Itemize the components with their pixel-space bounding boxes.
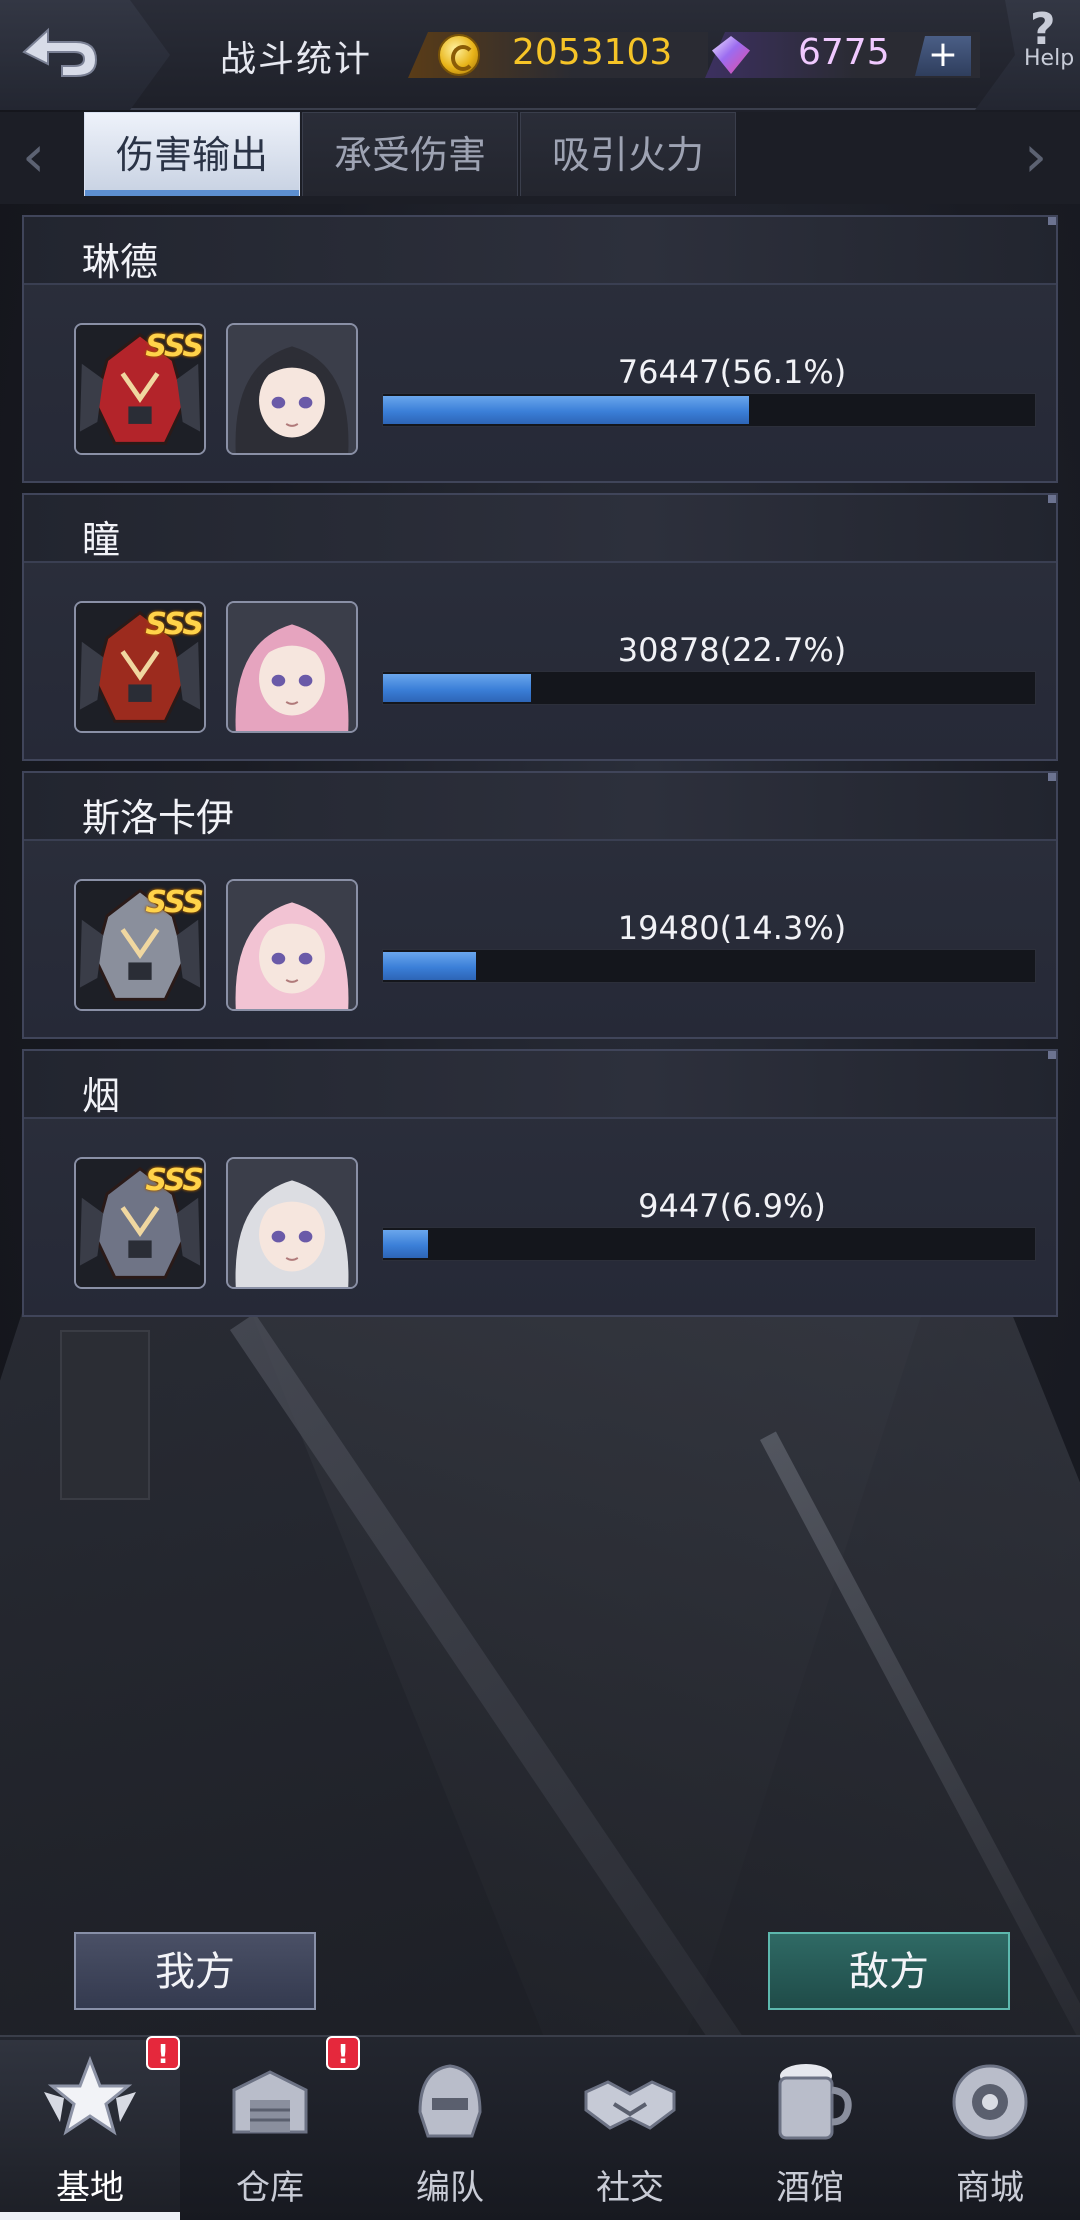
pilot-portrait[interactable]: [226, 1157, 358, 1289]
notification-badge: !: [326, 2036, 360, 2070]
nav-label: 编队: [416, 2168, 484, 2208]
damage-value: 30878(22.7%): [617, 631, 847, 669]
damage-value: 19480(14.3%): [617, 909, 847, 947]
base-emblem-icon: [44, 2055, 136, 2136]
nav-item-tavern[interactable]: 酒馆: [720, 2040, 900, 2220]
pilot-portrait-icon: [228, 603, 356, 731]
active-nav-indicator: [0, 2212, 180, 2220]
nav-label: 基地: [56, 2168, 124, 2208]
notification-badge: !: [146, 2036, 180, 2070]
tab-prev-chevron-icon[interactable]: ‹: [22, 127, 62, 188]
player-card-header: [24, 217, 1056, 285]
damage-bar: [382, 1227, 1036, 1261]
pilot-portrait[interactable]: [226, 601, 358, 733]
rank-badge: SSS: [145, 1163, 204, 1198]
damage-bar-fill: [383, 396, 749, 424]
damage-bar-fill: [383, 952, 477, 980]
formation-helmet-icon: [418, 2064, 482, 2138]
nav-label: 仓库: [236, 2168, 304, 2208]
pilot-portrait[interactable]: [226, 323, 358, 455]
pilot-portrait-icon: [228, 881, 356, 1009]
nav-item-formation[interactable]: 编队: [360, 2040, 540, 2220]
tab-damage-output[interactable]: 伤害输出: [84, 112, 300, 196]
handshake-icon: [584, 2080, 676, 2130]
player-name: 烟: [82, 1074, 121, 1118]
shop-orb-icon: [952, 2064, 1028, 2140]
pilot-portrait-icon: [228, 325, 356, 453]
gold-amount: 2053103: [512, 32, 673, 73]
nav-item-shop[interactable]: 商城: [900, 2040, 1080, 2220]
player-name: 瞳: [82, 518, 121, 562]
player-name: 琳德: [82, 240, 159, 284]
tabs: 伤害输出 承受伤害 吸引火力: [84, 112, 738, 198]
help-label: Help: [1024, 46, 1075, 71]
damage-bar-fill: [383, 1230, 428, 1258]
background-block: [60, 1330, 150, 1500]
mech-portrait[interactable]: SSS: [74, 879, 206, 1011]
damage-bar-fill: [383, 674, 531, 702]
gold-coin-icon: [438, 34, 480, 76]
player-card-header: [24, 1051, 1056, 1119]
nav-item-social[interactable]: 社交: [540, 2040, 720, 2220]
pilot-portrait-icon: [228, 1159, 356, 1287]
enemy-side-button[interactable]: 敌方: [768, 1932, 1010, 2010]
tab-aggro[interactable]: 吸引火力: [520, 112, 736, 196]
warehouse-icon: [232, 2070, 308, 2134]
damage-value: 9447(6.9%): [638, 1187, 826, 1225]
player-card: 烟 SSS 9447(6.9%): [22, 1049, 1058, 1317]
gem-amount: 6775: [798, 32, 890, 73]
nav-label: 商城: [956, 2168, 1024, 2208]
pilot-portrait[interactable]: [226, 879, 358, 1011]
player-card: 瞳 SSS 30878(22.7%): [22, 493, 1058, 761]
mech-portrait[interactable]: SSS: [74, 323, 206, 455]
mech-portrait[interactable]: SSS: [74, 1157, 206, 1289]
damage-bar: [382, 393, 1036, 427]
rank-badge: SSS: [145, 329, 204, 364]
page-title: 战斗统计: [220, 39, 373, 80]
rank-badge: SSS: [145, 885, 204, 920]
tavern-mug-icon: [778, 2064, 852, 2140]
player-card-header: [24, 495, 1056, 563]
tab-damage-taken[interactable]: 承受伤害: [302, 112, 518, 196]
our-side-button[interactable]: 我方: [74, 1932, 316, 2010]
nav-label: 酒馆: [776, 2168, 844, 2208]
tab-next-chevron-icon[interactable]: ›: [1024, 127, 1064, 188]
player-name: 斯洛卡伊: [82, 796, 235, 840]
rank-badge: SSS: [145, 607, 204, 642]
player-card: 斯洛卡伊 SSS 19480(14.3%): [22, 771, 1058, 1039]
nav-label: 社交: [596, 2168, 664, 2208]
mech-portrait[interactable]: SSS: [74, 601, 206, 733]
damage-bar: [382, 671, 1036, 705]
player-card: 琳德 SSS 76447(56.1%): [22, 215, 1058, 483]
back-arrow-icon: [22, 27, 98, 77]
damage-bar: [382, 949, 1036, 983]
damage-value: 76447(56.1%): [617, 353, 847, 391]
